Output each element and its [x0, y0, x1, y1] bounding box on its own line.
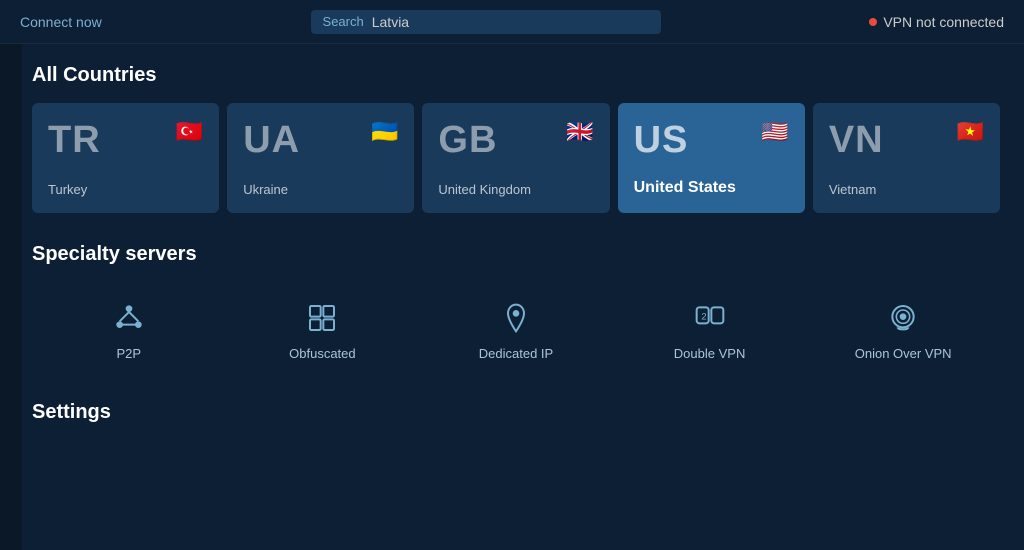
country-card-gb[interactable]: GB 🇬🇧 United Kingdom: [422, 103, 609, 213]
onion-vpn-label: Onion Over VPN: [855, 346, 952, 361]
dedicated-ip-icon: [496, 298, 536, 338]
search-label: Search: [323, 14, 364, 29]
country-flag-ua: 🇺🇦: [371, 119, 398, 145]
country-name-ua: Ukraine: [243, 182, 398, 197]
double-vpn-icon: 2: [690, 298, 730, 338]
country-card-vn[interactable]: VN 🇻🇳 Vietnam: [813, 103, 1000, 213]
country-name-us: United States: [634, 179, 789, 197]
obfuscated-icon: [302, 298, 342, 338]
specialty-card-p2p[interactable]: P2P: [32, 282, 226, 377]
specialty-servers-title: Specialty servers: [32, 243, 1000, 266]
country-cards-row: TR 🇹🇷 Turkey UA 🇺🇦 Ukraine GB 🇬🇧 United …: [32, 103, 1000, 213]
specialty-servers-section: Specialty servers P2P: [32, 243, 1000, 377]
dedicated-ip-label: Dedicated IP: [479, 346, 553, 361]
left-sidebar: [0, 44, 22, 550]
specialty-card-dedicated-ip[interactable]: Dedicated IP: [419, 282, 613, 377]
specialty-card-double-vpn[interactable]: 2 Double VPN: [613, 282, 807, 377]
settings-section: Settings: [32, 401, 1000, 424]
p2p-icon: [109, 298, 149, 338]
country-name-gb: United Kingdom: [438, 182, 593, 197]
country-name-tr: Turkey: [48, 182, 203, 197]
double-vpn-label: Double VPN: [674, 346, 746, 361]
country-card-us[interactable]: US 🇺🇸 United States: [618, 103, 805, 213]
vpn-status-bar: VPN not connected: [869, 14, 1004, 30]
search-value: Latvia: [372, 14, 409, 30]
specialty-card-obfuscated[interactable]: Obfuscated: [226, 282, 420, 377]
settings-title: Settings: [32, 401, 1000, 424]
specialty-card-onion-vpn[interactable]: Onion Over VPN: [806, 282, 1000, 377]
vpn-status-text: VPN not connected: [883, 14, 1004, 30]
vpn-status-dot: [869, 18, 877, 26]
country-flag-tr: 🇹🇷: [176, 119, 203, 145]
p2p-label: P2P: [117, 346, 142, 361]
all-countries-title: All Countries: [32, 64, 1000, 87]
specialty-cards-row: P2P Obfuscated: [32, 282, 1000, 377]
connect-now-button[interactable]: Connect now: [20, 14, 102, 30]
all-countries-section: All Countries TR 🇹🇷 Turkey UA 🇺🇦 Ukraine…: [32, 64, 1000, 213]
country-flag-gb: 🇬🇧: [566, 119, 593, 145]
country-name-vn: Vietnam: [829, 182, 984, 197]
obfuscated-label: Obfuscated: [289, 346, 356, 361]
svg-text:2: 2: [701, 311, 706, 321]
country-flag-vn: 🇻🇳: [957, 119, 984, 145]
country-card-tr[interactable]: TR 🇹🇷 Turkey: [32, 103, 219, 213]
search-box[interactable]: Search Latvia: [311, 10, 661, 34]
country-card-ua[interactable]: UA 🇺🇦 Ukraine: [227, 103, 414, 213]
onion-vpn-icon: [883, 298, 923, 338]
country-flag-us: 🇺🇸: [761, 119, 788, 145]
top-bar: Connect now Search Latvia VPN not connec…: [0, 0, 1024, 44]
